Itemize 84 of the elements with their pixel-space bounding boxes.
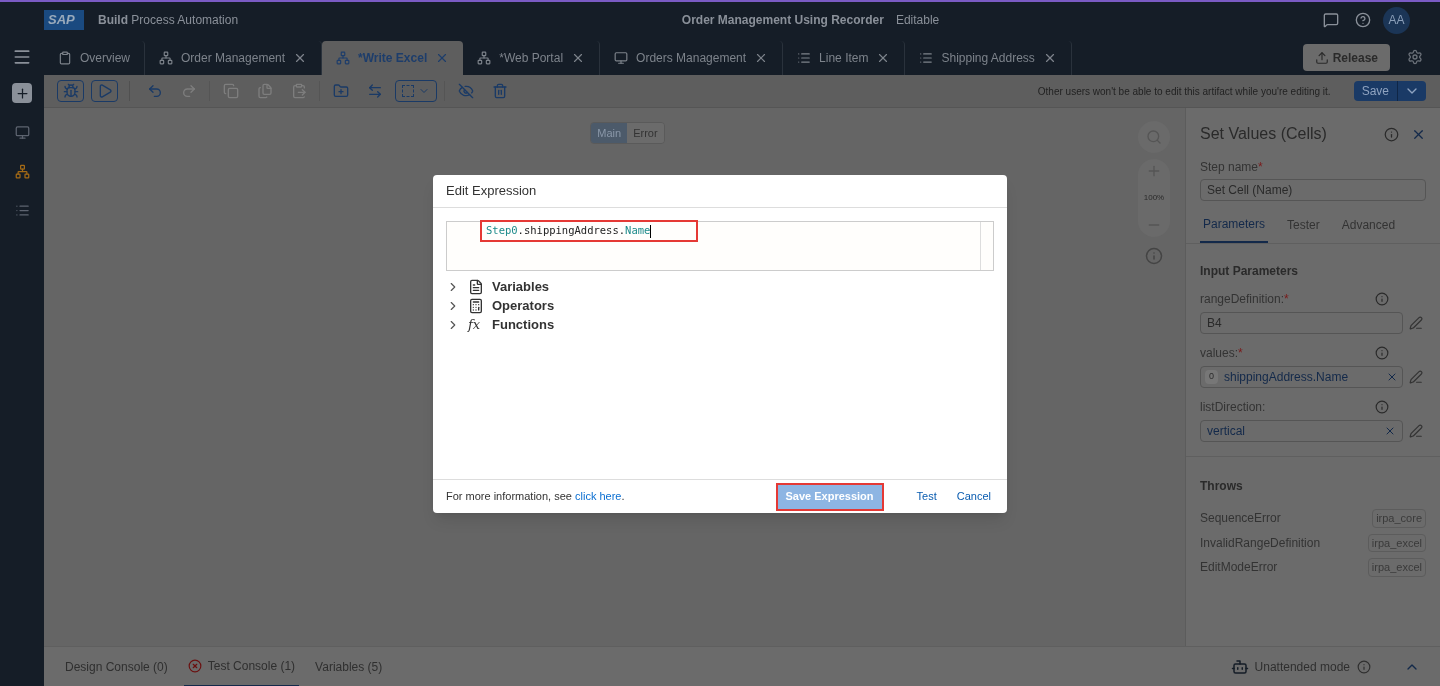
calculator-icon <box>468 297 484 314</box>
monitor-icon <box>614 51 629 65</box>
release-button[interactable]: Release <box>1302 44 1390 71</box>
console-tab[interactable]: Variables (5) <box>311 646 387 686</box>
parameter-value: vertical <box>1207 423 1246 440</box>
step-name-field[interactable]: Set Cell (Name) <box>1200 179 1426 201</box>
edit-status: Editable <box>895 12 940 29</box>
run-button[interactable] <box>91 80 118 102</box>
field-label: listDirection: <box>1200 399 1267 416</box>
logo: SAP <box>44 10 84 30</box>
console-tab[interactable]: Test Console (1) <box>183 646 300 686</box>
field-label: values:* <box>1200 345 1244 362</box>
tree-item[interactable]: fx Functions <box>446 315 994 334</box>
undo-icon <box>146 83 163 99</box>
dialog-link-button[interactable]: Test <box>913 484 940 509</box>
settings-icon[interactable] <box>1407 49 1423 65</box>
info-icon[interactable] <box>1384 126 1399 142</box>
monitor-icon <box>14 124 30 140</box>
panel-tab[interactable]: Tester <box>1287 215 1320 243</box>
clear-icon[interactable] <box>1384 425 1396 437</box>
artifact-title: Order Management Using Recorder <box>681 12 884 29</box>
clipboard-icon <box>58 51 72 65</box>
parameter-field[interactable]: B4 <box>1200 312 1403 334</box>
code-editor[interactable]: Step0.shippingAddress.Name <box>446 221 994 271</box>
function-icon: fx <box>468 314 484 335</box>
info-icon[interactable] <box>1375 400 1389 414</box>
copy-icon <box>222 83 239 99</box>
selection-dropdown[interactable] <box>395 80 437 102</box>
expression-text: Step0.shippingAddress.Name <box>486 223 651 239</box>
feedback-icon[interactable] <box>1323 12 1339 28</box>
info-icon[interactable] <box>1145 247 1163 265</box>
swap-icon <box>366 83 383 99</box>
section-title: Throws <box>1199 478 1244 495</box>
flowchart-icon <box>159 51 173 65</box>
clear-icon[interactable] <box>1386 371 1398 383</box>
sidebar-item[interactable] <box>12 83 32 103</box>
panel-title: Set Values (Cells) <box>1200 124 1328 144</box>
info-icon[interactable] <box>1357 659 1371 674</box>
product-name: Build Process Automation <box>98 12 239 29</box>
info-icon[interactable] <box>1375 292 1389 306</box>
document-icon <box>468 278 484 295</box>
console-tab[interactable]: Design Console (0) <box>61 646 172 686</box>
paste-icon <box>290 83 307 99</box>
tree-item[interactable]: Operators <box>446 296 994 315</box>
upload-icon <box>1314 50 1329 65</box>
edit-expression-icon[interactable] <box>1409 370 1423 384</box>
dialog-link-button[interactable]: Cancel <box>953 484 994 509</box>
flowchart-icon <box>477 51 492 65</box>
mode-label: Unattended mode <box>1254 658 1350 676</box>
panel-tab[interactable]: Parameters <box>1200 215 1269 243</box>
edit-expression-icon[interactable] <box>1409 316 1423 330</box>
add-group-icon <box>332 83 349 99</box>
selection-icon <box>402 85 414 97</box>
edit-expression-icon[interactable] <box>1409 424 1423 438</box>
field-label: rangeDefinition:* <box>1200 291 1290 308</box>
mode-toggle[interactable]: Main <box>591 123 628 143</box>
dialog-title: Edit Expression <box>446 182 537 201</box>
list-icon <box>14 202 30 218</box>
list-icon <box>919 51 934 65</box>
info-icon[interactable] <box>1375 346 1389 360</box>
info-text: For more information, see click here. <box>446 489 625 505</box>
mode-toggle[interactable]: Error <box>627 123 664 143</box>
panel-tab[interactable]: Advanced <box>1341 215 1396 243</box>
plus-icon <box>14 85 30 101</box>
user-avatar[interactable]: AA <box>1383 6 1410 34</box>
parameter-value: shippingAddress.Name <box>1224 369 1350 386</box>
exception-name: SequenceError <box>1200 510 1281 528</box>
flowchart-icon <box>14 163 30 179</box>
robot-icon <box>1230 657 1249 676</box>
list-icon <box>797 51 812 65</box>
field-label: Step name* <box>1200 160 1263 174</box>
delete-icon <box>491 83 508 99</box>
debug-button[interactable] <box>57 80 84 102</box>
exception-name: InvalidRangeDefinition <box>1200 534 1321 552</box>
redo-icon <box>180 83 197 99</box>
exception-name: EditModeError <box>1200 559 1278 577</box>
index-badge: 0 <box>1205 370 1218 384</box>
tree-item[interactable]: Variables <box>446 277 994 296</box>
flowchart-icon <box>336 51 351 65</box>
debug-icon <box>62 83 79 99</box>
hide-icon <box>457 83 474 99</box>
section-title: Input Parameters <box>1199 263 1300 280</box>
help-icon[interactable] <box>1355 12 1371 28</box>
duplicate-icon <box>256 83 273 99</box>
